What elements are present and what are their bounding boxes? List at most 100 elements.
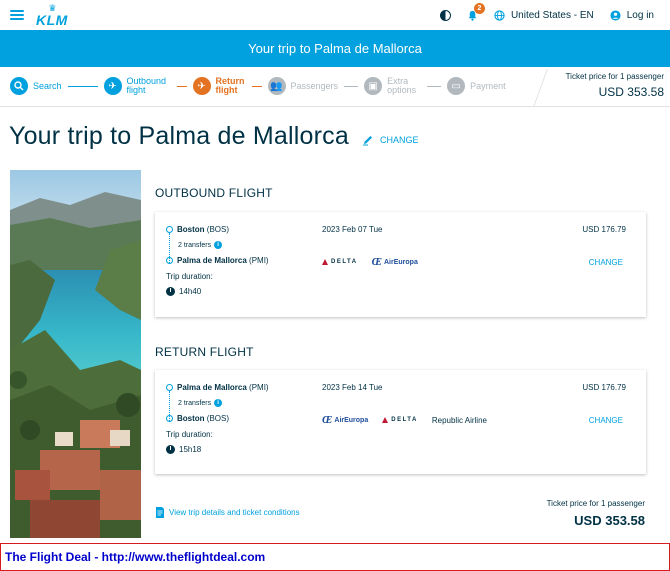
delta-widget-icon bbox=[382, 417, 389, 423]
origin-stop: Palma de Mallorca (PMI) bbox=[166, 383, 269, 392]
step-label: Passengers bbox=[290, 80, 339, 91]
user-icon bbox=[610, 9, 621, 21]
step-connector bbox=[67, 85, 98, 87]
clock-icon bbox=[166, 287, 175, 296]
change-return-button[interactable]: CHANGE bbox=[589, 416, 623, 425]
login-label: Log in bbox=[626, 9, 654, 21]
credit-card-icon: ▭ bbox=[447, 77, 466, 95]
stop-dot bbox=[166, 226, 173, 233]
step-passengers: 👥 Passengers bbox=[267, 77, 339, 95]
flight-date: 2023 Feb 14 Tue bbox=[322, 383, 383, 392]
duration-caption: Trip duration: bbox=[166, 430, 213, 439]
flight-price: USD 176.79 bbox=[582, 225, 626, 234]
trip-banner: Your trip to Palma de Mallorca bbox=[0, 30, 670, 67]
document-icon bbox=[156, 507, 164, 518]
origin-stop: Boston (BOS) bbox=[166, 225, 269, 234]
trip-duration: 14h40 bbox=[166, 287, 269, 296]
header-price: Ticket price for 1 passenger USD 353.58 bbox=[566, 72, 664, 99]
aireuropa-logo: Œ AirEuropa bbox=[322, 414, 369, 426]
transfers-info: 2 transfers i bbox=[178, 399, 269, 407]
delta-logo: DELTA bbox=[322, 259, 358, 265]
destination-code: (PMI) bbox=[249, 256, 269, 265]
step-return-flight[interactable]: ✈ Return flight bbox=[192, 76, 246, 95]
carrier-logos: Œ AirEuropa DELTA Republic Airline bbox=[322, 414, 487, 426]
passengers-icon: 👥 bbox=[267, 77, 286, 95]
contrast-icon bbox=[439, 9, 451, 21]
info-icon[interactable]: i bbox=[214, 241, 223, 249]
change-label: CHANGE bbox=[380, 135, 419, 145]
destination-stop: Palma de Mallorca (PMI) bbox=[166, 256, 269, 265]
outbound-section-title: OUTBOUND FLIGHT bbox=[155, 186, 273, 200]
locale-label: United States - EN bbox=[510, 9, 594, 21]
globe-icon bbox=[494, 9, 505, 21]
route-line bbox=[169, 233, 170, 263]
stepper-divider bbox=[533, 69, 548, 107]
destination-code: (BOS) bbox=[206, 414, 230, 423]
view-trip-details-link[interactable]: View trip details and ticket conditions bbox=[155, 507, 300, 518]
clock-icon bbox=[166, 445, 175, 454]
view-details-label: View trip details and ticket conditions bbox=[169, 508, 300, 517]
step-connector bbox=[344, 85, 359, 87]
klm-logo[interactable]: ♛ KLM bbox=[36, 3, 68, 27]
transfers-label: 2 transfers bbox=[178, 241, 212, 249]
step-search[interactable]: Search bbox=[10, 77, 62, 95]
banner-title: Your trip to Palma de Mallorca bbox=[248, 41, 422, 56]
carrier-logos: DELTA Œ AirEuropa bbox=[322, 256, 418, 268]
booking-stepper: Search ✈ Outbound flight ✈ Return flight… bbox=[0, 67, 670, 107]
origin-code: (BOS) bbox=[206, 225, 230, 234]
step-outbound-flight[interactable]: ✈ Outbound flight bbox=[103, 76, 171, 95]
outbound-route: Boston (BOS) 2 transfers i Palma de Mall… bbox=[166, 225, 269, 296]
origin-city: Palma de Mallorca bbox=[177, 383, 247, 392]
republic-airline-label: Republic Airline bbox=[431, 415, 487, 425]
info-icon[interactable]: i bbox=[214, 399, 223, 407]
destination-stop: Boston (BOS) bbox=[166, 414, 269, 423]
transfers-info: 2 transfers i bbox=[178, 241, 269, 249]
price-amount: USD 353.58 bbox=[598, 85, 664, 99]
price-caption: Ticket price for 1 passenger bbox=[565, 72, 664, 81]
origin-code: (PMI) bbox=[249, 383, 269, 392]
step-label: Outbound flight bbox=[126, 76, 167, 95]
locale-selector[interactable]: United States - EN bbox=[494, 10, 594, 21]
plane-icon: ✈ bbox=[192, 77, 211, 95]
total-price: Ticket price for 1 passenger USD 353.58 bbox=[547, 499, 645, 528]
step-connector bbox=[251, 85, 262, 87]
step-label: Return flight bbox=[215, 76, 245, 95]
notifications-button[interactable]: 2 bbox=[467, 2, 485, 21]
step-label: Payment bbox=[470, 80, 506, 91]
return-section-title: RETURN FLIGHT bbox=[155, 345, 254, 359]
duration-value: 14h40 bbox=[179, 287, 202, 296]
flight-deal-banner: The Flight Deal - http://www.theflightde… bbox=[0, 543, 670, 571]
delta-logo: DELTA bbox=[382, 417, 418, 423]
price-caption: Ticket price for 1 passenger bbox=[546, 499, 645, 508]
transfers-label: 2 transfers bbox=[178, 399, 212, 407]
price-amount: USD 353.58 bbox=[574, 513, 645, 528]
aireuropa-logo: Œ AirEuropa bbox=[371, 256, 418, 268]
flight-price: USD 176.79 bbox=[582, 383, 626, 392]
change-trip-button[interactable]: CHANGE bbox=[362, 134, 419, 146]
step-label: Extra options bbox=[387, 76, 417, 95]
route-line bbox=[169, 391, 170, 421]
plane-icon: ✈ bbox=[103, 77, 122, 95]
return-flight-card: Palma de Mallorca (PMI) 2 transfers i Bo… bbox=[155, 370, 646, 474]
luggage-icon: ▣ bbox=[364, 77, 383, 95]
change-outbound-button[interactable]: CHANGE bbox=[589, 258, 623, 267]
trip-duration: 15h18 bbox=[166, 445, 269, 454]
outbound-flight-card: Boston (BOS) 2 transfers i Palma de Mall… bbox=[155, 212, 646, 317]
step-payment: ▭ Payment bbox=[447, 77, 506, 95]
destination-city: Boston bbox=[177, 414, 205, 423]
return-route: Palma de Mallorca (PMI) 2 transfers i Bo… bbox=[166, 383, 269, 454]
notification-badge: 2 bbox=[473, 2, 485, 14]
contrast-toggle[interactable] bbox=[439, 9, 451, 21]
flight-date: 2023 Feb 07 Tue bbox=[322, 225, 383, 234]
destination-photo bbox=[10, 170, 141, 538]
duration-caption: Trip duration: bbox=[166, 272, 213, 281]
login-button[interactable]: Log in bbox=[610, 10, 654, 21]
step-extra-options: ▣ Extra options bbox=[364, 77, 421, 95]
step-connector bbox=[427, 85, 442, 87]
top-navigation: ♛ KLM 2 United States - EN Log in bbox=[0, 0, 670, 30]
duration-value: 15h18 bbox=[179, 445, 202, 454]
step-label: Search bbox=[33, 80, 62, 91]
menu-icon[interactable] bbox=[10, 10, 24, 20]
destination-city: Palma de Mallorca bbox=[177, 256, 247, 265]
delta-widget-icon bbox=[322, 259, 328, 265]
